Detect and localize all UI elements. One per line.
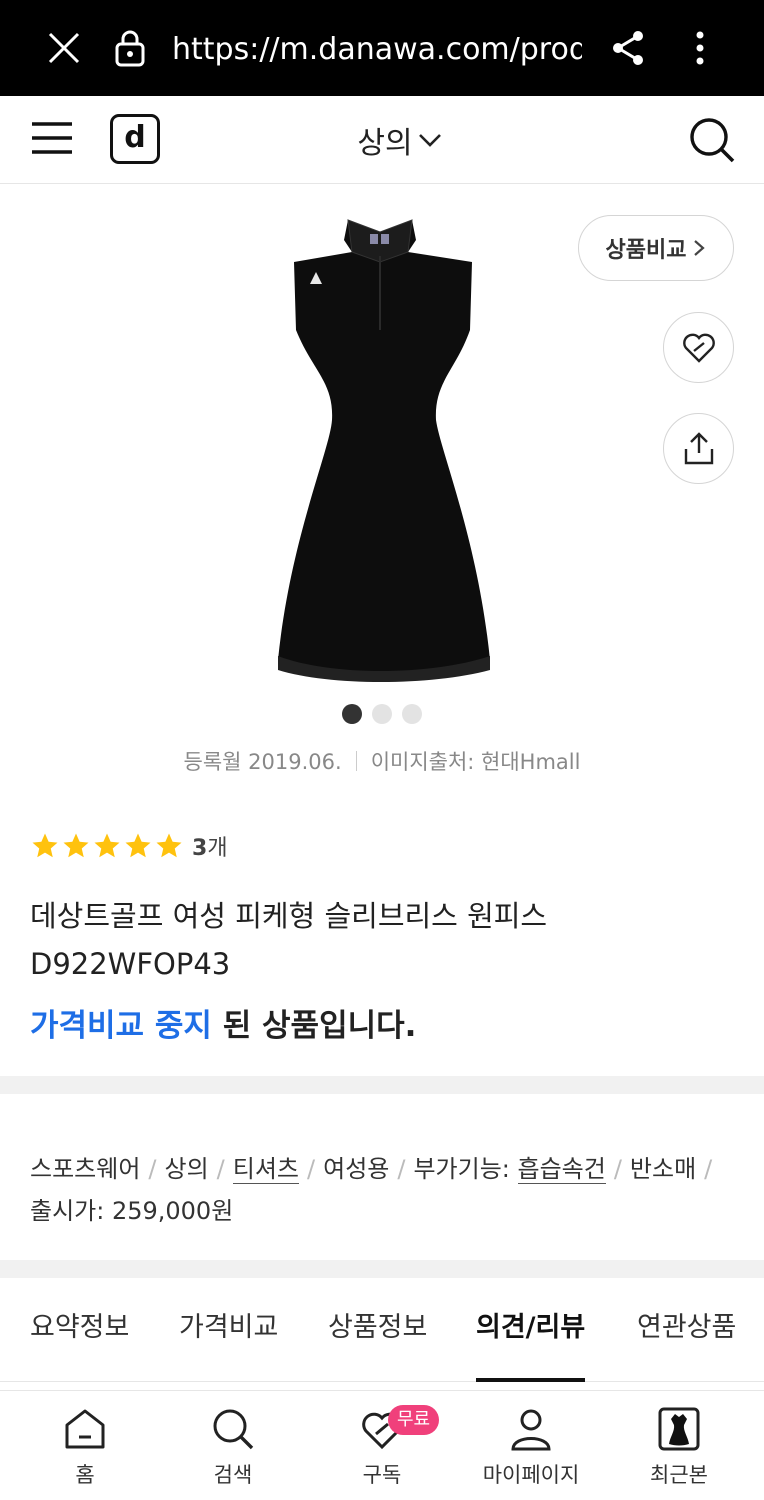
nav-mypage-label: 마이페이지 bbox=[482, 1463, 580, 1487]
divider bbox=[355, 751, 357, 771]
spec-item: 반소매 bbox=[629, 1155, 697, 1183]
spec-item: 출시가: 259,000원 bbox=[30, 1197, 234, 1225]
carousel-dot[interactable] bbox=[342, 704, 362, 724]
share-button[interactable] bbox=[663, 413, 734, 484]
share-icon[interactable] bbox=[608, 28, 648, 68]
spec-link[interactable]: 흡습속건 bbox=[517, 1155, 606, 1184]
product-title: 데상트골프 여성 피케형 슬리브리스 원피스 D922WFOP43 bbox=[30, 899, 548, 981]
nav-home[interactable]: 홈 bbox=[10, 1391, 160, 1500]
star-icon bbox=[156, 833, 182, 858]
heart-link-icon bbox=[682, 333, 715, 363]
nav-recent-label: 최근본 bbox=[650, 1463, 708, 1487]
chevron-down-icon bbox=[418, 134, 441, 147]
app-header: d 상의 bbox=[0, 96, 764, 184]
chevron-right-icon bbox=[694, 240, 706, 256]
spec-item: 스포츠웨어 bbox=[30, 1155, 141, 1183]
tab-price-compare[interactable]: 가격비교 bbox=[179, 1278, 278, 1382]
status-text: 된 상품입니다. bbox=[211, 1008, 417, 1044]
carousel-dot[interactable] bbox=[372, 704, 392, 724]
nav-mypage[interactable]: 마이페이지 bbox=[456, 1391, 606, 1500]
tab-reviews[interactable]: 의견/리뷰 bbox=[476, 1278, 586, 1382]
section-divider bbox=[0, 1260, 764, 1278]
tab-summary[interactable]: 요약정보 bbox=[30, 1278, 129, 1382]
product-compare-label: 상품비교 bbox=[605, 238, 687, 263]
close-icon[interactable] bbox=[44, 28, 84, 68]
recent-product-icon bbox=[658, 1407, 700, 1451]
star-rating bbox=[30, 831, 184, 861]
product-tabs: 요약정보 가격비교 상품정보 의견/리뷰 연관상품 bbox=[0, 1278, 764, 1382]
url-bar[interactable]: https://m.danawa.com/produ bbox=[172, 28, 582, 72]
product-meta: 등록월 2019.06. 이미지출처: 현대Hmall bbox=[0, 744, 764, 778]
nav-recent[interactable]: 최근본 bbox=[604, 1391, 754, 1500]
product-compare-button[interactable]: 상품비교 bbox=[578, 215, 734, 281]
search-icon bbox=[213, 1409, 254, 1450]
spec-item: 여성용 bbox=[323, 1155, 390, 1183]
free-badge: 무료 bbox=[388, 1405, 440, 1435]
price-compare-status: 가격비교 중지 된 상품입니다. bbox=[30, 1002, 730, 1050]
review-count: 3개 bbox=[192, 836, 228, 861]
nav-subscribe-label: 구독 bbox=[362, 1463, 402, 1487]
carousel-indicator bbox=[342, 704, 424, 724]
home-icon bbox=[65, 1409, 105, 1449]
tab-product-info[interactable]: 상품정보 bbox=[328, 1278, 427, 1382]
category-dropdown[interactable]: 상의 bbox=[340, 116, 460, 164]
star-icon bbox=[63, 833, 89, 858]
product-image[interactable] bbox=[250, 210, 510, 686]
star-icon bbox=[94, 833, 120, 858]
upload-share-icon bbox=[684, 431, 713, 464]
nav-home-label: 홈 bbox=[75, 1463, 95, 1487]
star-icon bbox=[125, 833, 151, 858]
menu-icon[interactable] bbox=[30, 120, 74, 156]
star-icon bbox=[32, 833, 58, 858]
rating[interactable]: 3개 bbox=[30, 828, 228, 864]
nav-subscribe[interactable]: 구독 bbox=[307, 1391, 457, 1500]
spec-link[interactable]: 티셔츠 bbox=[232, 1155, 300, 1184]
danawa-logo[interactable]: d bbox=[110, 114, 160, 164]
section-divider bbox=[0, 1076, 764, 1094]
wishlist-button[interactable] bbox=[663, 312, 734, 383]
search-icon[interactable] bbox=[688, 116, 736, 164]
spec-item: 상의 bbox=[164, 1155, 209, 1183]
tab-related[interactable]: 연관상품 bbox=[637, 1278, 736, 1382]
bottom-navigation: 홈 검색 구독 마이페이지 최근본 무료 bbox=[0, 1390, 764, 1500]
carousel-dot[interactable] bbox=[402, 704, 422, 724]
status-highlight: 가격비교 중지 bbox=[30, 1008, 212, 1044]
spec-item: 부가기능: bbox=[413, 1155, 518, 1183]
category-label: 상의 bbox=[357, 126, 413, 161]
nav-search-label: 검색 bbox=[213, 1463, 253, 1487]
product-spec: 스포츠웨어 / 상의 / 티셔츠 / 여성용 / 부가기능: 흡습속건 / 반소매/출시가: 259… bbox=[30, 1155, 713, 1225]
person-icon bbox=[511, 1409, 551, 1451]
image-source: 이미지출처: 현대Hmall bbox=[370, 750, 581, 774]
lock-icon bbox=[115, 30, 145, 67]
browser-toolbar: https://m.danawa.com/produ bbox=[0, 0, 764, 96]
nav-search[interactable]: 검색 bbox=[158, 1391, 308, 1500]
more-options-icon[interactable] bbox=[686, 28, 714, 68]
registered-date: 등록월 2019.06. bbox=[183, 750, 342, 774]
